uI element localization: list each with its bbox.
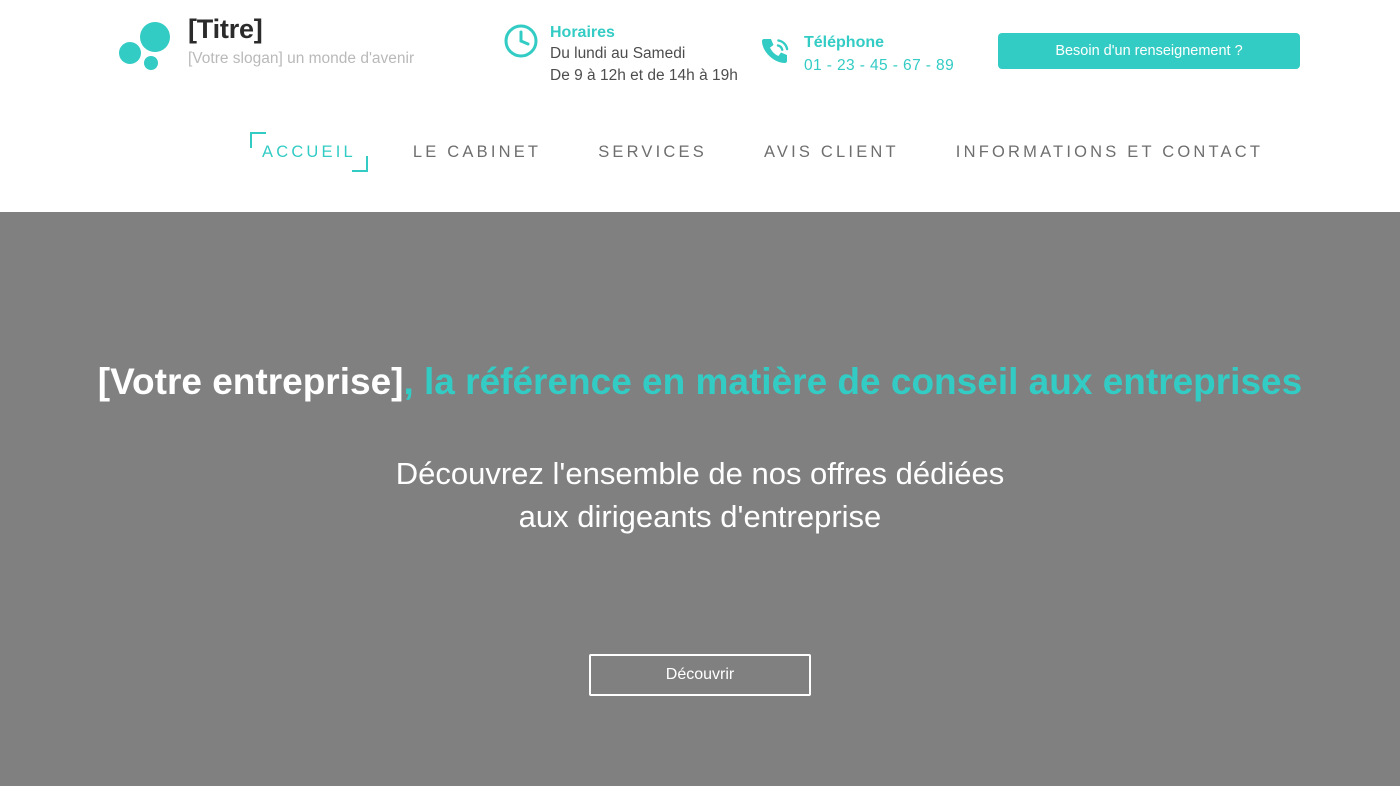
logo-dot-medium — [119, 42, 141, 64]
site-title: [Titre] — [188, 13, 263, 44]
main-navigation: ACCUEIL LE CABINET SERVICES AVIS CLIENT … — [0, 132, 1400, 192]
hero-section: [Votre entreprise], la référence en mati… — [0, 212, 1400, 786]
nav-list: ACCUEIL LE CABINET SERVICES AVIS CLIENT … — [0, 132, 1400, 172]
hours-info: Horaires Du lundi au Samedi De 9 à 12h e… — [502, 22, 738, 87]
information-request-button[interactable]: Besoin d'un renseignement ? — [998, 33, 1300, 69]
hero-subheadline-line-1: Découvrez l'ensemble de nos offres dédié… — [395, 456, 1005, 491]
hero-headline-accent: , la référence en matière de conseil aux… — [403, 361, 1303, 402]
nav-item-accueil[interactable]: ACCUEIL — [250, 132, 368, 172]
three-dots-logo-icon — [118, 14, 174, 70]
clock-icon — [502, 22, 540, 60]
hours-label: Horaires — [550, 24, 615, 41]
phone-text: Téléphone 01 - 23 - 45 - 67 - 89 — [804, 31, 954, 77]
site-slogan: [Votre slogan] un monde d'avenir — [188, 49, 415, 67]
hero-subheadline-line-2: aux dirigeants d'entreprise — [518, 499, 882, 534]
hours-line-2: De 9 à 12h et de 14h à 19h — [550, 67, 738, 84]
phone-ringing-icon — [756, 31, 794, 69]
hours-line-1: Du lundi au Samedi — [550, 45, 686, 62]
hours-text: Horaires Du lundi au Samedi De 9 à 12h e… — [550, 22, 738, 87]
logo-dot-large — [140, 22, 170, 52]
logo-dot-small — [144, 56, 158, 70]
brand-text: [Titre] [Votre slogan] un monde d'avenir — [188, 11, 414, 70]
discover-button[interactable]: Découvrir — [589, 654, 811, 696]
phone-info: Téléphone 01 - 23 - 45 - 67 - 89 — [756, 31, 954, 77]
nav-item-services[interactable]: SERVICES — [598, 132, 707, 172]
hero-subheadline: Découvrez l'ensemble de nos offres dédié… — [0, 452, 1400, 538]
nav-item-informations-et-contact[interactable]: INFORMATIONS ET CONTACT — [956, 132, 1263, 172]
nav-item-avis-client[interactable]: AVIS CLIENT — [764, 132, 899, 172]
hero-headline: [Votre entreprise], la référence en mati… — [0, 358, 1400, 406]
phone-number[interactable]: 01 - 23 - 45 - 67 - 89 — [804, 55, 954, 77]
hero-headline-primary: [Votre entreprise] — [97, 361, 404, 402]
brand[interactable]: [Titre] [Votre slogan] un monde d'avenir — [118, 10, 414, 70]
phone-label: Téléphone — [804, 34, 885, 51]
nav-item-le-cabinet[interactable]: LE CABINET — [413, 132, 541, 172]
site-header: [Titre] [Votre slogan] un monde d'avenir… — [0, 0, 1400, 212]
page-root: [Titre] [Votre slogan] un monde d'avenir… — [0, 0, 1400, 786]
header-top-bar: [Titre] [Votre slogan] un monde d'avenir… — [0, 0, 1400, 118]
